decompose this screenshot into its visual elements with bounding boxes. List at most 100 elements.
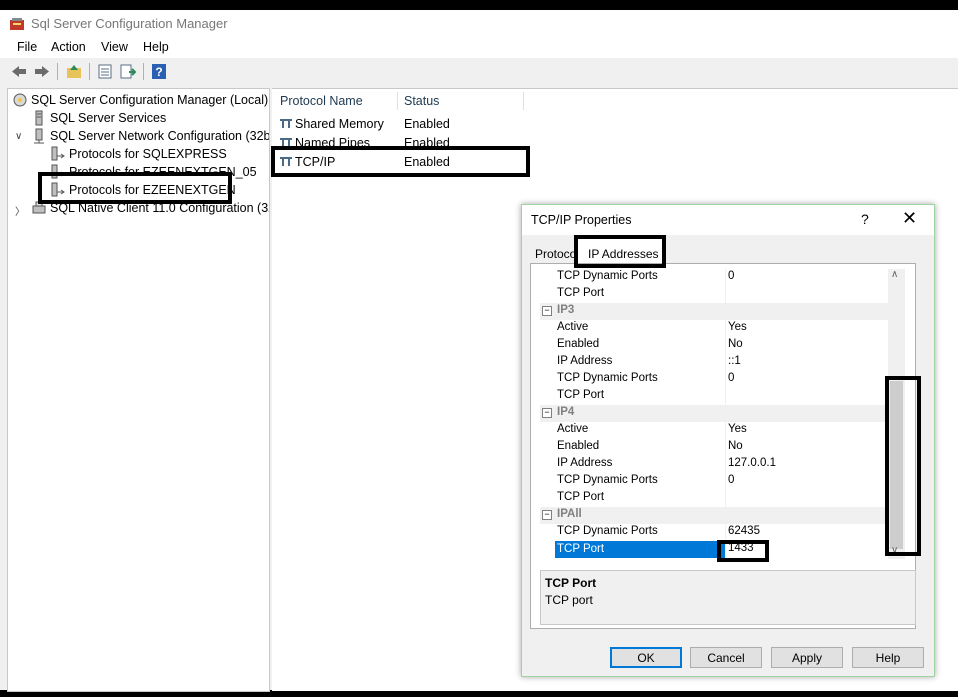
property-key: Enabled	[557, 338, 600, 350]
tcpip-properties-dialog: TCP/IP Properties ? ✕ Protocol IP Addres…	[521, 204, 935, 677]
cancel-button[interactable]: Cancel	[690, 647, 762, 668]
collapse-box-icon[interactable]: −	[542, 510, 552, 520]
menu-view[interactable]: View	[101, 40, 128, 54]
property-row[interactable]: TCP Port 1433	[540, 541, 888, 558]
toolbar-separator	[143, 63, 144, 80]
property-key: TCP Port	[557, 491, 605, 503]
highlight-box-tcp-port-value	[717, 540, 769, 562]
property-value[interactable]: Yes	[728, 423, 747, 435]
property-row[interactable]: TCP Port	[540, 490, 888, 507]
property-description: TCP Port TCP port	[540, 570, 916, 625]
property-row[interactable]: IP Address 127.0.0.1	[540, 456, 888, 473]
property-row[interactable]: TCP Port	[540, 388, 888, 405]
collapse-box-icon[interactable]: −	[542, 306, 552, 316]
property-value[interactable]: No	[728, 338, 743, 350]
column-header-status[interactable]: Status	[404, 94, 439, 108]
help-icon[interactable]: ?	[150, 63, 168, 80]
property-key: TCP Port	[555, 541, 725, 558]
property-row[interactable]: Active Yes	[540, 320, 888, 337]
property-value[interactable]: 0	[728, 270, 734, 282]
property-row[interactable]: TCP Dynamic Ports 0	[540, 473, 888, 490]
property-row[interactable]: Enabled No	[540, 337, 888, 354]
services-icon	[35, 110, 43, 126]
collapse-box-icon[interactable]: −	[542, 408, 552, 418]
highlight-box-tcp-ip	[271, 146, 530, 177]
property-row[interactable]: IP Address::1	[540, 354, 888, 371]
export-list-icon[interactable]	[119, 63, 137, 80]
grid-divider	[725, 473, 726, 490]
ok-button[interactable]: OK	[610, 647, 682, 668]
dialog-close-icon[interactable]: ✕	[902, 208, 917, 229]
grid-divider	[725, 456, 726, 473]
property-row[interactable]: TCP Port	[540, 286, 888, 303]
grid-divider	[725, 524, 726, 541]
highlight-box-scrollbar	[885, 376, 921, 556]
server-config-icon	[13, 93, 27, 107]
menu-action[interactable]: Action	[51, 40, 86, 54]
protocols-icon	[51, 146, 65, 161]
scroll-up-arrow-icon[interactable]: ∧	[891, 269, 898, 280]
property-key: IP Address	[557, 355, 613, 367]
property-row[interactable]: Active Yes	[540, 422, 888, 439]
grid-divider	[725, 490, 726, 507]
up-folder-icon[interactable]	[65, 63, 83, 80]
category-label: IP3	[557, 304, 575, 316]
description-text: TCP port	[545, 593, 593, 607]
property-row[interactable]: TCP Dynamic Ports 0	[540, 371, 888, 388]
property-key: Active	[557, 321, 589, 333]
grid-divider	[725, 388, 726, 405]
category-label: IPAll	[557, 508, 582, 520]
tab-protocol[interactable]: Protocol	[535, 247, 579, 261]
property-key: Active	[557, 423, 589, 435]
property-key: TCP Dynamic Ports	[557, 270, 658, 282]
menu-help[interactable]: Help	[143, 40, 169, 54]
property-value[interactable]: 127.0.0.1	[728, 457, 776, 469]
property-key: Enabled	[557, 440, 600, 452]
property-value[interactable]: No	[728, 440, 743, 452]
help-button[interactable]: Help	[852, 647, 924, 668]
title-bar: Sql Server Configuration Manager	[0, 10, 958, 38]
toolbar: ?	[0, 60, 958, 84]
property-row[interactable]: TCP Dynamic Ports 62435	[540, 524, 888, 541]
property-category[interactable]: − IP4	[540, 405, 888, 422]
forward-arrow-icon[interactable]	[33, 63, 51, 80]
ip-addresses-panel: TCP Dynamic Ports 0 TCP Port − IP3 Active Yes E…	[530, 263, 916, 629]
property-value[interactable]: 0	[728, 372, 734, 384]
properties-icon[interactable]	[96, 63, 114, 80]
app-icon	[10, 18, 24, 30]
column-divider[interactable]	[397, 92, 398, 110]
protocol-name: Shared Memory	[295, 117, 384, 131]
column-divider[interactable]	[523, 92, 524, 110]
column-header-protocol-name[interactable]: Protocol Name	[280, 94, 363, 108]
highlight-box-protocols-ezee	[38, 172, 232, 204]
property-key: IP Address	[557, 457, 613, 469]
dialog-help-icon[interactable]: ?	[861, 211, 869, 227]
description-title: TCP Port	[545, 576, 597, 590]
property-row[interactable]: Enabled No	[540, 439, 888, 456]
property-key: TCP Port	[557, 389, 605, 401]
toolbar-separator	[57, 63, 58, 80]
property-row[interactable]: TCP Dynamic Ports 0	[540, 269, 888, 286]
property-key: TCP Dynamic Ports	[557, 372, 658, 384]
tree-item-label: Protocols for SQLEXPRESS	[69, 147, 227, 161]
menu-file[interactable]: File	[17, 40, 37, 54]
property-key: TCP Dynamic Ports	[557, 525, 658, 537]
protocol-icon	[280, 119, 292, 128]
property-category[interactable]: − IPAll	[540, 507, 888, 524]
list-row-shared-memory[interactable]: Shared Memory Enabled	[278, 116, 528, 133]
collapse-chevron-icon[interactable]: ∨	[15, 131, 22, 142]
network-config-icon	[34, 128, 44, 144]
apply-button[interactable]: Apply	[771, 647, 843, 668]
property-value[interactable]: Yes	[728, 321, 747, 333]
dialog-title: TCP/IP Properties	[531, 213, 632, 227]
tree-item-label: SQL Server Network Configuration (32bit	[50, 129, 270, 143]
tree-item-label: SQL Server Services	[50, 111, 167, 125]
expand-chevron-icon[interactable]: 〉	[15, 203, 25, 218]
grid-divider	[725, 337, 726, 354]
property-category[interactable]: − IP3	[540, 303, 888, 320]
back-arrow-icon[interactable]	[10, 63, 28, 80]
grid-divider	[725, 354, 726, 371]
property-value[interactable]: ::1	[728, 355, 741, 367]
property-value[interactable]: 62435	[728, 525, 760, 537]
property-value[interactable]: 0	[728, 474, 734, 486]
